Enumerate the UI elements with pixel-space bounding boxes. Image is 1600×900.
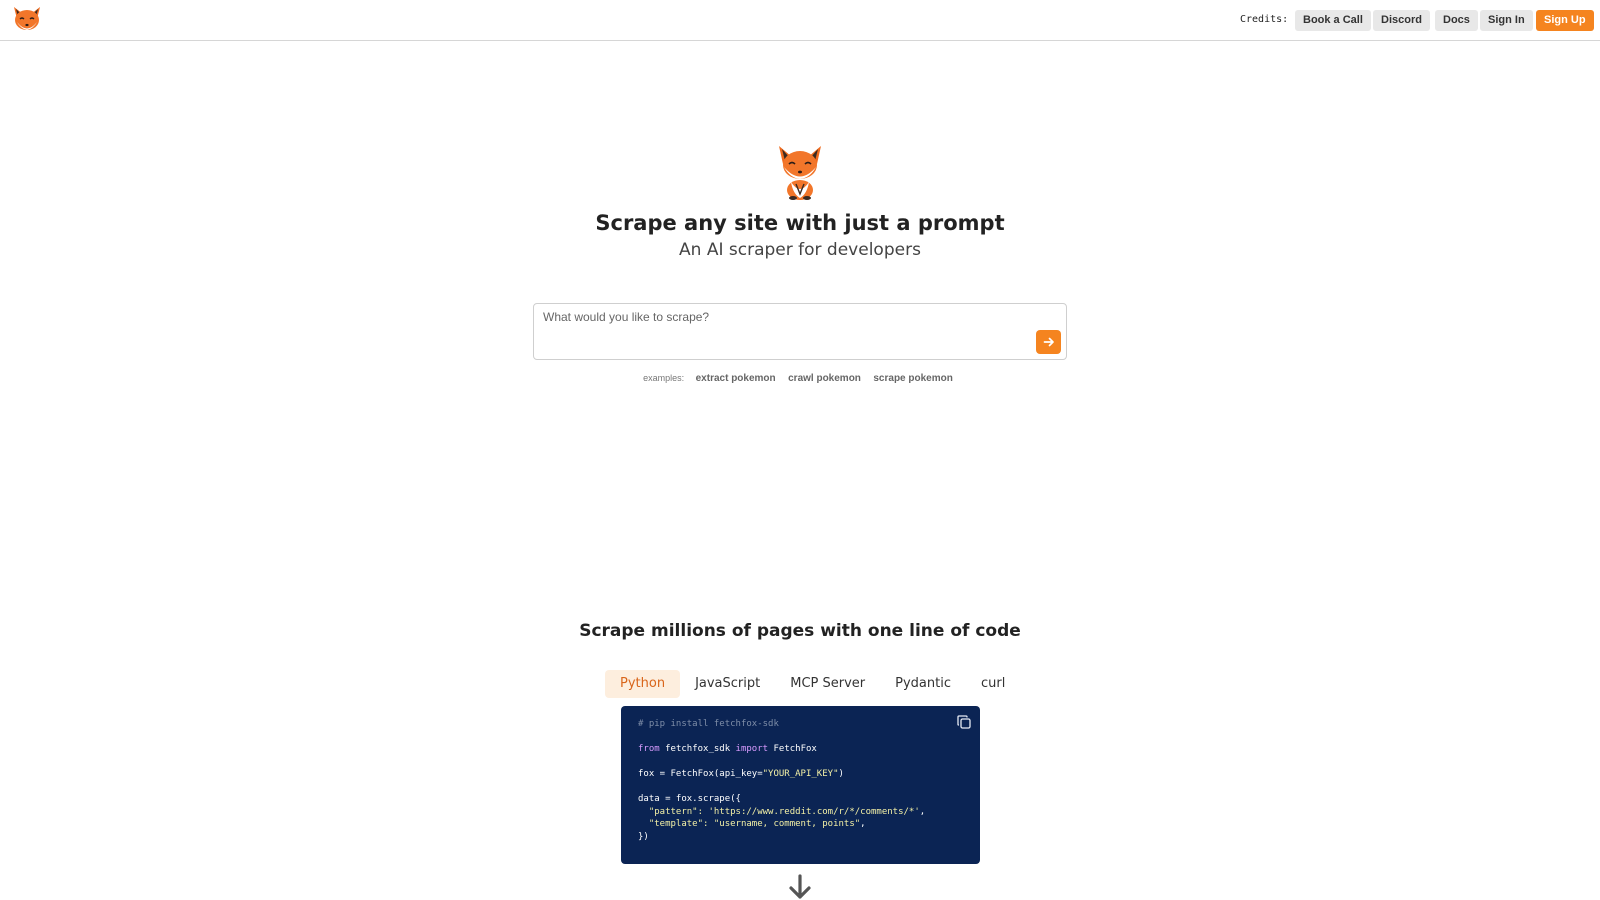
code-keyword: import (735, 744, 769, 754)
sign-up-button[interactable]: Sign Up (1536, 10, 1594, 31)
code-text: , (919, 806, 926, 817)
arrow-down-icon[interactable] (787, 874, 813, 900)
tab-curl[interactable]: curl (966, 670, 1020, 698)
code-string: "pattern": (638, 806, 709, 817)
submit-prompt-button[interactable] (1036, 330, 1061, 354)
code-string: "username, comment, points" (713, 819, 861, 829)
fox-mascot-icon (779, 146, 821, 200)
examples-row: examples: extract pokemon crawl pokemon … (0, 368, 1600, 386)
docs-button[interactable]: Docs (1435, 10, 1478, 31)
examples-label: examples: (643, 373, 685, 383)
code-text: fetchfox_sdk (659, 744, 736, 754)
code-text: }) (638, 831, 649, 842)
discord-button[interactable]: Discord (1373, 10, 1430, 31)
hero-title: Scrape any site with just a prompt (595, 211, 1005, 235)
tab-pydantic[interactable]: Pydantic (880, 670, 966, 698)
code-line: "template": "username, comment, points", (638, 818, 963, 831)
code-line: from fetchfox_sdk import FetchFox (638, 743, 963, 756)
top-navigation-bar: Credits: Book a Call Discord Docs Sign I… (0, 0, 1600, 41)
tab-mcp-server[interactable]: MCP Server (775, 670, 880, 698)
code-text: data = fox.scrape({ (638, 794, 741, 804)
code-string: "template": (638, 819, 714, 829)
example-scrape-pokemon[interactable]: scrape pokemon (873, 373, 952, 384)
code-text: , (860, 819, 866, 829)
example-crawl-pokemon[interactable]: crawl pokemon (788, 373, 861, 384)
hero-subtitle: An AI scraper for developers (679, 240, 921, 260)
credits-label: Credits: (1240, 14, 1289, 25)
code-line: }) (638, 831, 963, 844)
arrow-right-icon (1043, 337, 1054, 347)
code-section-title: Scrape millions of pages with one line o… (579, 621, 1021, 641)
code-string: 'https://www.reddit.com/r/*/comments/*' (708, 806, 920, 817)
example-extract-pokemon[interactable]: extract pokemon (696, 373, 776, 384)
code-line: data = fox.scrape({ (638, 793, 963, 806)
sign-in-button[interactable]: Sign In (1480, 10, 1533, 31)
fox-logo-icon[interactable] (11, 5, 43, 35)
tab-javascript[interactable]: JavaScript (680, 670, 775, 698)
scrape-prompt-input[interactable] (534, 304, 1024, 359)
code-comment: # pip install fetchfox-sdk (638, 719, 779, 729)
prompt-box (533, 303, 1067, 360)
code-string: "YOUR_API_KEY" (762, 769, 839, 779)
code-block: # pip install fetchfox-sdk from fetchfox… (621, 706, 980, 864)
code-text: FetchFox (768, 744, 817, 754)
book-call-button[interactable]: Book a Call (1295, 10, 1371, 31)
copy-icon[interactable] (956, 714, 972, 730)
code-line: # pip install fetchfox-sdk (638, 718, 963, 731)
code-line: "pattern": 'https://www.reddit.com/r/*/c… (638, 806, 963, 819)
code-keyword: from (638, 744, 660, 754)
code-line: fox = FetchFox(api_key="YOUR_API_KEY") (638, 768, 963, 781)
code-text: ) (838, 769, 844, 779)
language-tabs: Python JavaScript MCP Server Pydantic cu… (605, 670, 1020, 698)
code-text: fox = FetchFox(api_key= (638, 769, 763, 779)
tab-python[interactable]: Python (605, 670, 681, 698)
